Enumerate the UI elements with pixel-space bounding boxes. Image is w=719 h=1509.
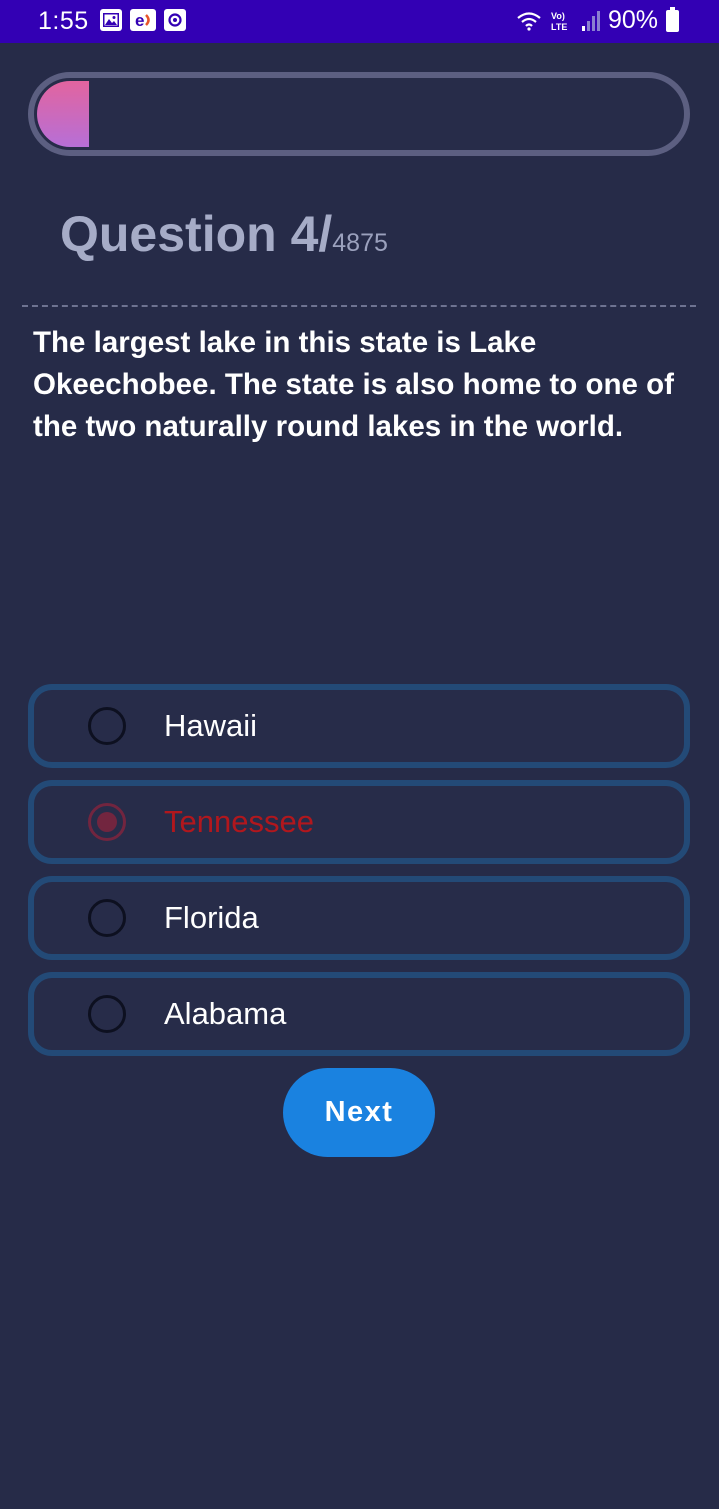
radio-button-icon[interactable] bbox=[88, 707, 126, 745]
svg-text:Vo): Vo) bbox=[551, 11, 565, 21]
gallery-icon bbox=[100, 9, 122, 31]
answer-option-florida[interactable]: Florida bbox=[28, 876, 690, 960]
answer-option-label: Hawaii bbox=[164, 708, 258, 743]
answer-option-label: Florida bbox=[164, 900, 259, 935]
svg-text:LTE: LTE bbox=[551, 22, 567, 32]
question-total-count: 4875 bbox=[332, 229, 388, 257]
answer-option-hawaii[interactable]: Hawaii bbox=[28, 684, 690, 768]
status-time: 1:55 bbox=[38, 7, 89, 35]
notification-icons: e bbox=[100, 9, 186, 31]
battery-percentage: 90% bbox=[607, 6, 658, 34]
lte-icon: Vo) LTE bbox=[551, 11, 567, 32]
radio-button-selected-icon[interactable] bbox=[88, 803, 126, 841]
answer-option-label: Tennessee bbox=[164, 804, 314, 839]
dashed-divider bbox=[22, 305, 696, 307]
radio-button-icon[interactable] bbox=[88, 995, 126, 1033]
answer-option-alabama[interactable]: Alabama bbox=[28, 972, 690, 1056]
status-right: Vo) LTE 90% bbox=[516, 6, 679, 35]
radio-button-icon[interactable] bbox=[88, 899, 126, 937]
edge-icon: e bbox=[130, 9, 156, 31]
next-button[interactable]: Next bbox=[283, 1068, 435, 1157]
answer-option-label: Alabama bbox=[164, 996, 287, 1031]
question-text: The largest lake in this state is Lake O… bbox=[33, 326, 674, 443]
quiz-progress-fill bbox=[37, 81, 89, 147]
notification-dot-icon bbox=[164, 9, 186, 31]
battery-icon bbox=[666, 6, 679, 32]
signal-icon bbox=[581, 10, 600, 31]
answer-option-tennessee[interactable]: Tennessee bbox=[28, 780, 690, 864]
question-counter: Question 4/4875 bbox=[60, 205, 388, 263]
svg-text:e: e bbox=[135, 11, 144, 29]
quiz-progress-bar bbox=[28, 72, 690, 156]
status-bar: 1:55 e Vo) LTE 90% bbox=[0, 0, 719, 43]
wifi-icon bbox=[517, 11, 541, 31]
question-number-label: Question 4/ bbox=[60, 206, 333, 262]
